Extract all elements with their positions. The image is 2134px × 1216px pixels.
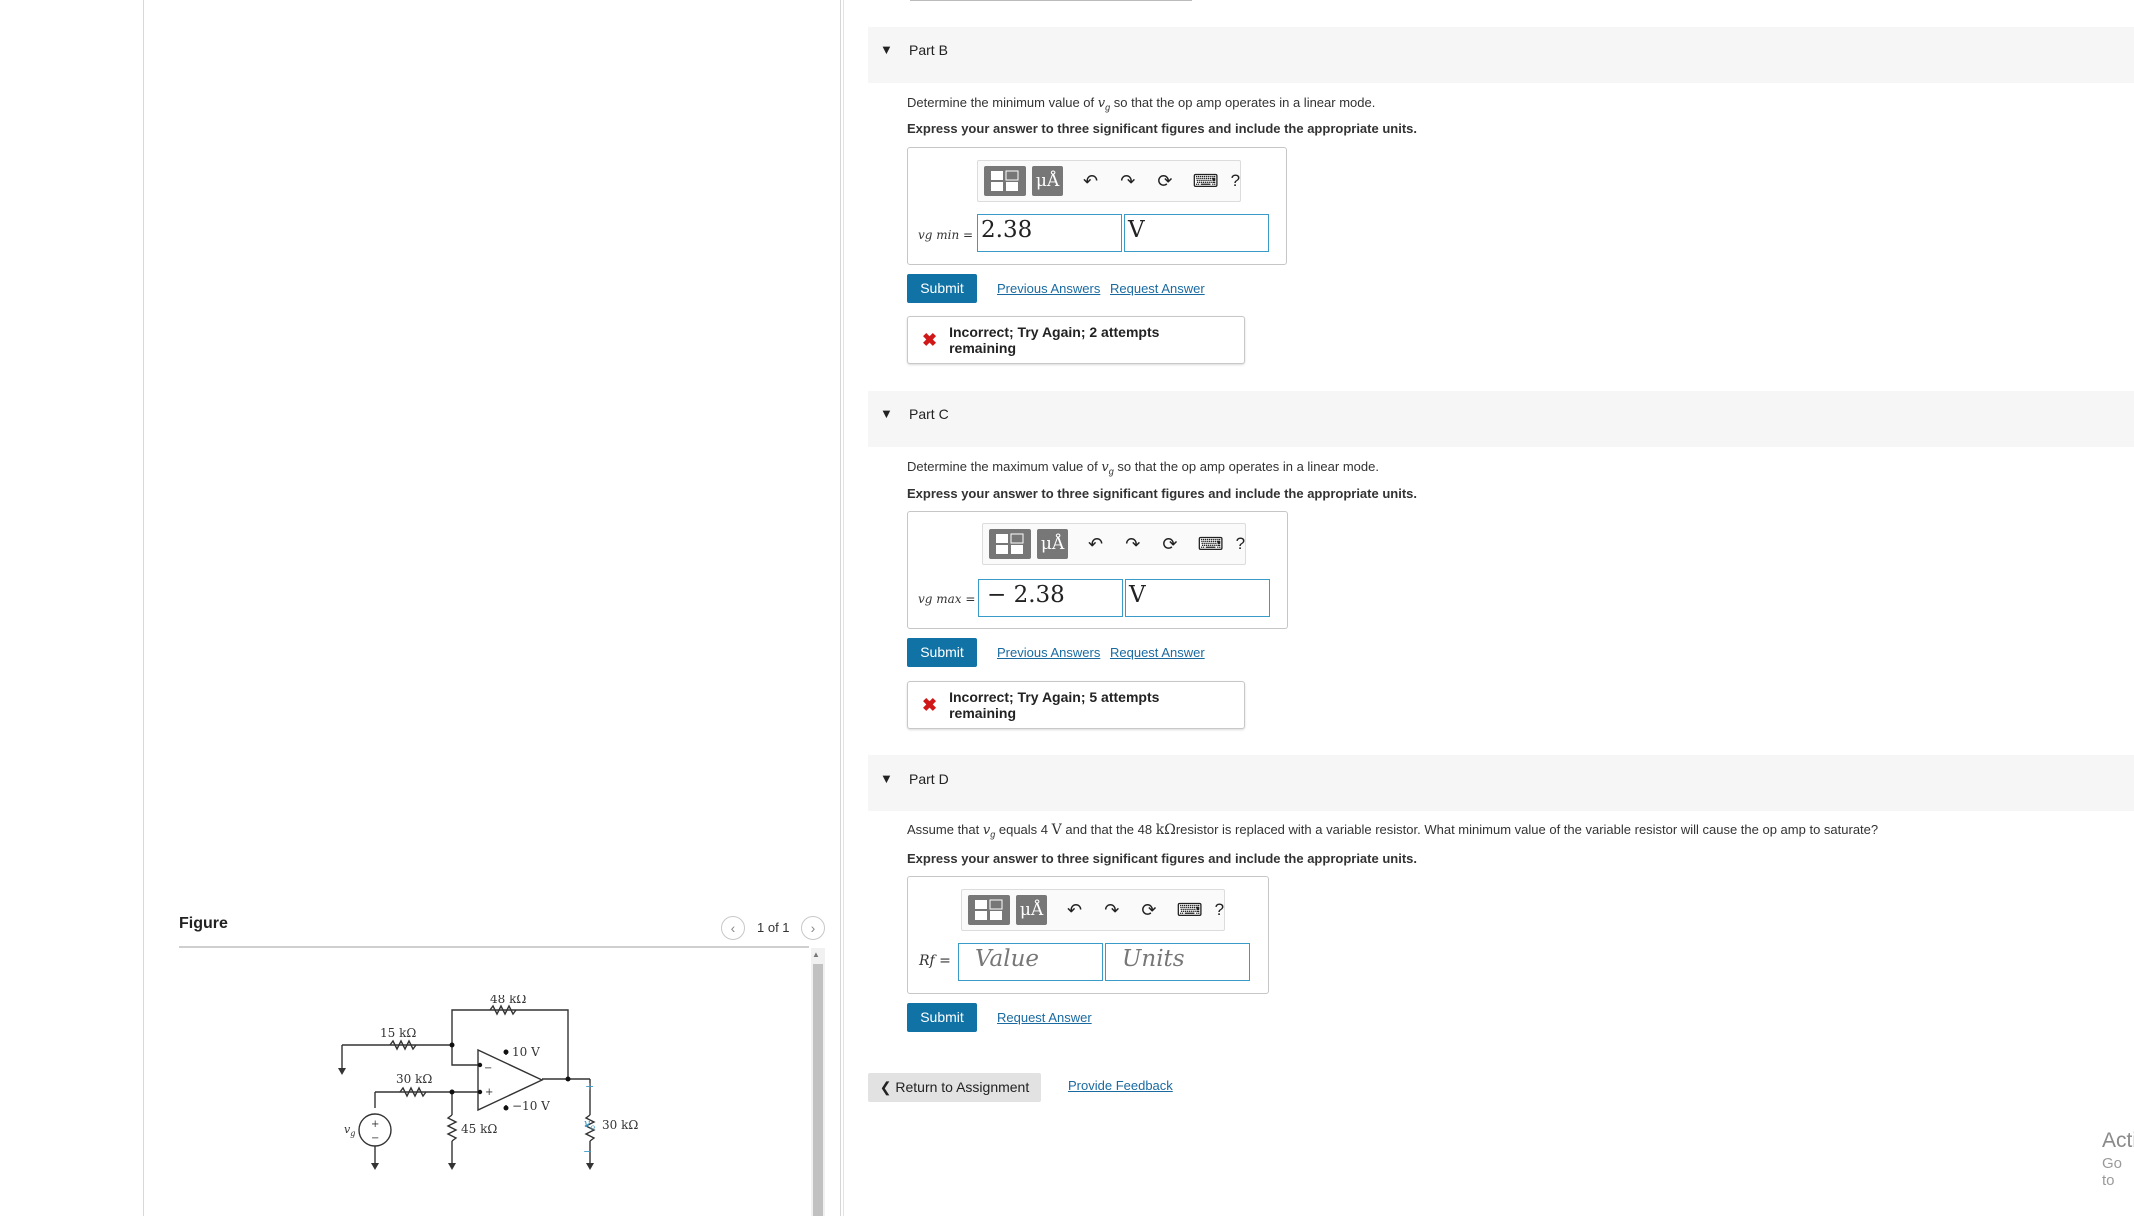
scroll-up-arrow[interactable]: ▲	[812, 950, 820, 959]
panel-divider-inner	[843, 0, 844, 1216]
keyboard-icon[interactable]: ⌨	[1193, 171, 1219, 192]
keyboard-icon[interactable]: ⌨	[1198, 534, 1224, 555]
part-d-value-input[interactable]: Value	[958, 943, 1103, 981]
part-b-toolbar: μÅ ↶ ↷ ⟳ ⌨ ?	[977, 160, 1241, 202]
chevron-left-icon: ❮	[879, 1079, 892, 1095]
part-b-question: Determine the minimum value of vg so tha…	[907, 95, 1376, 113]
part-c-header[interactable]	[868, 391, 2134, 447]
part-d-request-answer-link[interactable]: Request Answer	[997, 1010, 1092, 1025]
reset-icon[interactable]: ⟳	[1155, 171, 1174, 192]
part-d-instruction: Express your answer to three significant…	[907, 851, 1417, 866]
undo-icon[interactable]: ↶	[1086, 534, 1105, 555]
part-b-feedback: ✖ Incorrect; Try Again; 2 attempts remai…	[907, 316, 1245, 364]
part-b-value-input[interactable]: 2.38	[977, 214, 1122, 252]
chevron-left-icon: ‹	[730, 920, 736, 936]
help-icon[interactable]: ?	[1236, 534, 1245, 554]
part-c-previous-answers-link[interactable]: Previous Answers	[997, 645, 1100, 660]
redo-icon[interactable]: ↷	[1118, 171, 1137, 192]
templates-icon[interactable]	[989, 529, 1032, 559]
reset-icon[interactable]: ⟳	[1160, 534, 1179, 555]
reset-icon[interactable]: ⟳	[1139, 900, 1158, 921]
part-c-feedback: ✖ Incorrect; Try Again; 5 attempts remai…	[907, 681, 1245, 729]
part-b-previous-answers-link[interactable]: Previous Answers	[997, 281, 1100, 296]
undo-icon[interactable]: ↶	[1065, 900, 1084, 921]
chevron-right-icon: ›	[810, 920, 816, 936]
activation-watermark-sub: Go to	[2102, 1155, 2123, 1189]
resistor-45k	[446, 1114, 458, 1142]
part-b-header[interactable]	[868, 27, 2134, 83]
part-c-submit-button[interactable]: Submit	[907, 638, 977, 667]
part-b-title[interactable]: Part B	[909, 42, 948, 58]
units-icon[interactable]: μÅ	[1037, 529, 1068, 559]
part-b-request-answer-link[interactable]: Request Answer	[1110, 281, 1205, 296]
caret-down-icon[interactable]: ▼	[880, 771, 893, 786]
part-c-title[interactable]: Part C	[909, 406, 949, 422]
part-c-question: Determine the maximum value of vg so tha…	[907, 459, 1379, 477]
close-x-icon: ✖	[922, 329, 938, 350]
vo-plus: +	[585, 1080, 594, 1093]
vo-minus: −	[583, 1145, 592, 1158]
provide-feedback-link[interactable]: Provide Feedback	[1068, 1078, 1173, 1093]
return-to-assignment-button[interactable]: ❮ Return to Assignment	[868, 1073, 1041, 1102]
part-c-toolbar: μÅ ↶ ↷ ⟳ ⌨ ?	[982, 523, 1246, 565]
undo-icon[interactable]: ↶	[1081, 171, 1100, 192]
left-panel-border	[143, 0, 144, 1216]
figure-pager: 1 of 1	[757, 920, 790, 935]
part-b-unit-input[interactable]: V	[1124, 214, 1269, 252]
figure-scrollbar-thumb[interactable]	[813, 964, 823, 1216]
label-15k: 15 kΩ	[380, 1026, 416, 1040]
panel-divider	[840, 0, 841, 1216]
part-b-instruction: Express your answer to three significant…	[907, 121, 1417, 136]
part-c-value-input[interactable]: − 2.38	[978, 579, 1123, 617]
part-c-unit-input[interactable]: V	[1125, 579, 1270, 617]
templates-icon[interactable]	[984, 166, 1027, 196]
part-b-var-label: vg min =	[918, 228, 974, 242]
circuit-diagram: 48 kΩ 15 kΩ 30 kΩ 45 kΩ 30 kΩ 10 V −10 V…	[338, 995, 638, 1170]
label-30k-in: 30 kΩ	[396, 1072, 432, 1086]
part-d-header[interactable]	[868, 755, 2134, 811]
help-icon[interactable]: ?	[1231, 171, 1240, 191]
source-plus: +	[371, 1119, 379, 1130]
figure-title: Figure	[179, 915, 228, 932]
help-icon[interactable]: ?	[1215, 900, 1224, 920]
part-d-question: Assume that vg equals 4 V and that the 4…	[907, 822, 1879, 840]
label-noninv-plus: +	[485, 1087, 493, 1098]
redo-icon[interactable]: ↷	[1123, 534, 1142, 555]
next-figure-button[interactable]: ›	[801, 916, 825, 940]
label-45k: 45 kΩ	[461, 1122, 497, 1136]
label-vneg: −10 V	[512, 1099, 550, 1113]
part-d-submit-button[interactable]: Submit	[907, 1003, 977, 1032]
part-b-submit-button[interactable]: Submit	[907, 274, 977, 303]
label-48k: 48 kΩ	[490, 995, 526, 1006]
part-c-instruction: Express your answer to three significant…	[907, 486, 1417, 501]
figure-separator	[179, 946, 809, 948]
activation-watermark: Acti	[2102, 1129, 2134, 1152]
part-c-var-label: vg max =	[918, 592, 976, 606]
part-d-var-label: Rf =	[919, 953, 951, 969]
keyboard-icon[interactable]: ⌨	[1177, 900, 1203, 921]
close-x-icon: ✖	[922, 694, 938, 715]
source-minus: −	[371, 1133, 379, 1144]
part-d-title[interactable]: Part D	[909, 771, 949, 787]
label-inv-minus: −	[484, 1063, 492, 1074]
part-c-request-answer-link[interactable]: Request Answer	[1110, 645, 1205, 660]
prev-part-edge	[910, 0, 1192, 1]
caret-down-icon[interactable]: ▼	[880, 42, 893, 57]
redo-icon[interactable]: ↷	[1102, 900, 1121, 921]
label-vpos: 10 V	[512, 1045, 540, 1059]
part-d-unit-input[interactable]: Units	[1105, 943, 1250, 981]
units-icon[interactable]: μÅ	[1016, 895, 1047, 925]
prev-figure-button[interactable]: ‹	[721, 916, 745, 940]
units-icon[interactable]: μÅ	[1032, 166, 1063, 196]
caret-down-icon[interactable]: ▼	[880, 406, 893, 421]
part-d-toolbar: μÅ ↶ ↷ ⟳ ⌨ ?	[961, 889, 1225, 931]
templates-icon[interactable]	[968, 895, 1011, 925]
label-vo: vo	[584, 1117, 595, 1132]
label-30k-load: 30 kΩ	[602, 1118, 638, 1132]
label-vg: vg	[344, 1123, 355, 1138]
